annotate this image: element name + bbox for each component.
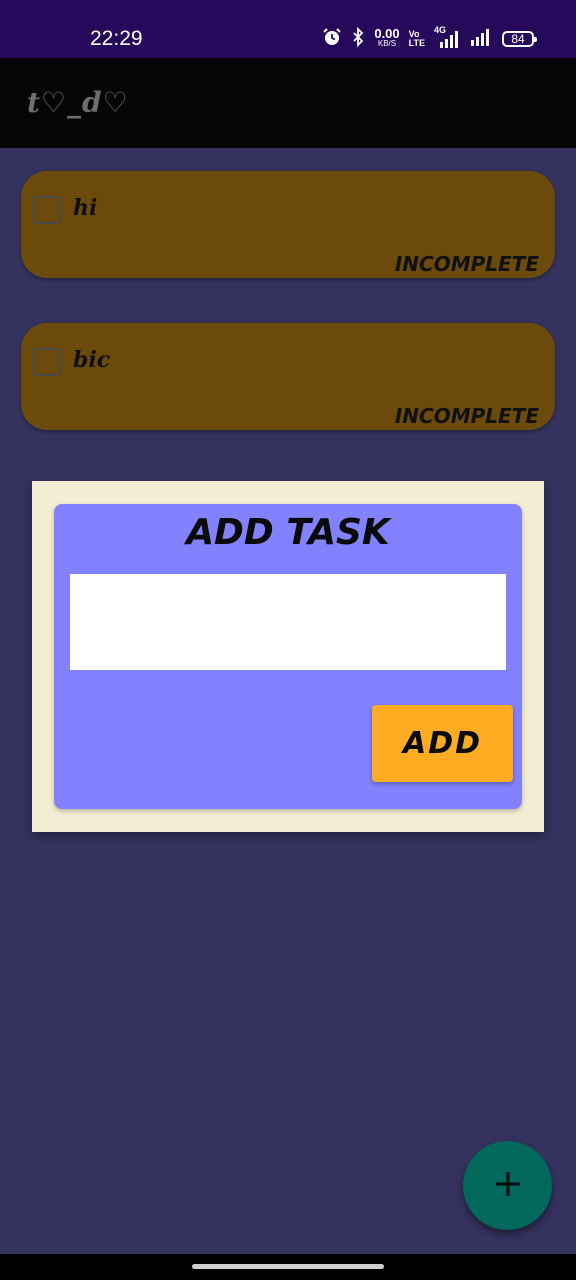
app-bar: t♡_d♡ [0,58,576,148]
net-speed: 0.00 KB/S [374,26,400,49]
task-status: INCOMPLETE [394,252,539,276]
volte-indicator: Vo LTE [409,30,425,48]
dialog-title: ADD TASK [186,512,390,553]
status-icons: 0.00 KB/S Vo LTE 4G 84 [322,25,537,52]
task-text: hi [73,195,98,221]
bluetooth-icon [351,26,365,52]
volte-bottom: LTE [408,38,425,48]
task-text: bic [73,347,111,373]
add-task-panel: ADD TASK ADD [54,504,522,809]
add-button[interactable]: ADD [372,705,513,782]
add-task-fab[interactable] [463,1141,552,1230]
home-handle[interactable] [192,1264,384,1269]
app-title: t♡_d♡ [27,86,129,119]
net-speed-unit: KB/S [377,39,397,48]
alarm-icon [322,27,342,52]
task-input[interactable] [70,574,506,670]
add-task-dialog: ADD TASK ADD [32,481,544,832]
navigation-bar [0,1254,576,1280]
signal-icon: 4G [434,25,460,49]
net-speed-value: 0.00 [374,26,400,41]
task-status: INCOMPLETE [394,404,539,428]
task-card[interactable]: hi INCOMPLETE [21,171,555,278]
task-card[interactable]: bic INCOMPLETE [21,323,555,430]
task-checkbox[interactable] [33,348,61,376]
battery-icon: 84 [502,31,537,47]
task-checkbox[interactable] [33,196,61,224]
signal-icon [469,27,493,52]
plus-icon [493,1169,523,1203]
status-bar: 22:29 0.00 KB/S Vo LTE 4G 84 [0,0,576,58]
status-time: 22:29 [90,27,143,50]
